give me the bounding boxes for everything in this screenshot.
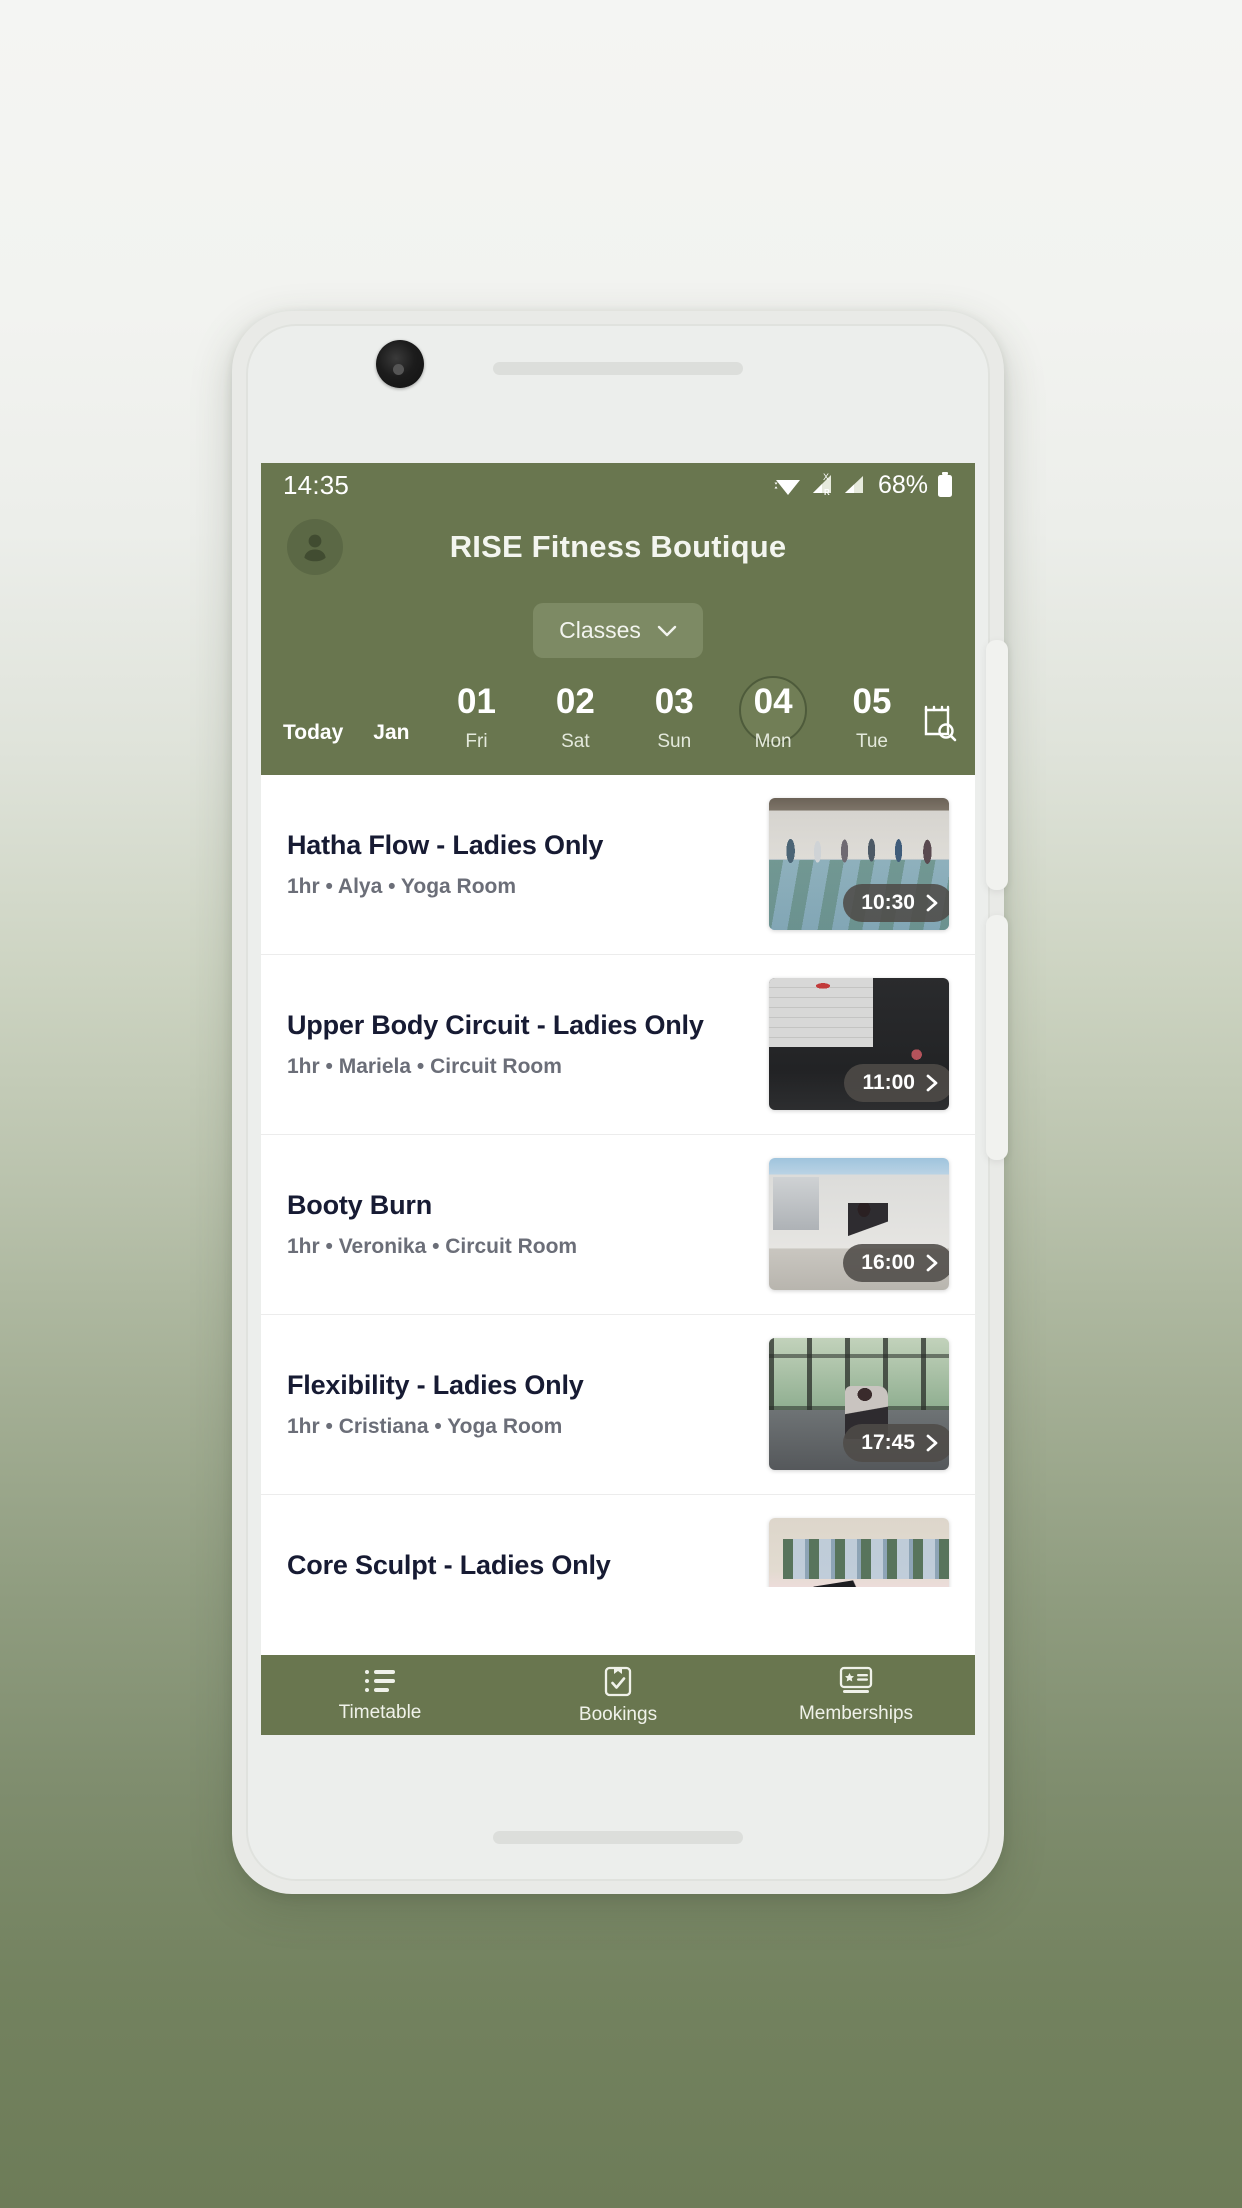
date-cell-05[interactable]: 05 Tue (833, 682, 911, 755)
svg-text:X: X (823, 472, 829, 482)
battery-percent-label: 68% (877, 470, 928, 499)
person-avatar-icon (304, 534, 326, 562)
date-weekday: Sat (561, 730, 590, 752)
date-weekday: Mon (754, 730, 792, 752)
date-number: 04 (753, 682, 793, 721)
class-row[interactable]: Flexibility - Ladies Only 1hr • Cristian… (261, 1314, 975, 1495)
status-time: 14:35 (283, 469, 350, 500)
date-weekday: Fri (465, 730, 488, 752)
front-camera-icon (376, 340, 424, 388)
chevron-right-icon (926, 894, 938, 912)
class-time-badge[interactable]: 10:30 (843, 884, 949, 923)
class-thumbnail[interactable]: 11:00 (769, 978, 949, 1111)
list-icon (365, 1669, 395, 1692)
classes-filter-dropdown[interactable]: Classes (533, 603, 703, 658)
membership-card-icon (839, 1666, 873, 1693)
class-meta: 1hr • Veronika • Circuit Room (287, 1234, 578, 1258)
class-time: 11:00 (862, 1071, 915, 1095)
class-meta: 1hr • Mariela • Circuit Room (287, 1054, 562, 1078)
class-time-badge[interactable]: 11:00 (844, 1064, 949, 1103)
class-info: Hatha Flow - Ladies Only 1hr • Alya • Yo… (287, 830, 769, 899)
date-cells: 01 Fri 02 Sat 03 Sun 04 Mon 05 Tue (437, 682, 911, 755)
signal-icon (844, 476, 863, 493)
background-card-upper (986, 640, 1008, 890)
date-cell-03[interactable]: 03 Sun (635, 682, 713, 755)
date-number: 02 (555, 682, 595, 721)
avatar[interactable] (287, 519, 343, 575)
clipboard-check-icon (604, 1666, 632, 1696)
chevron-right-icon (926, 1074, 938, 1092)
home-indicator (493, 1831, 743, 1844)
class-thumbnail[interactable]: 16:00 (769, 1158, 949, 1291)
nav-item-bookings[interactable]: Bookings (499, 1665, 737, 1726)
date-number: 01 (457, 682, 496, 721)
class-info: Core Sculpt - Ladies Only 1hr • Veronika… (287, 1550, 769, 1587)
class-title: Core Sculpt - Ladies Only (287, 1549, 611, 1580)
nav-label: Timetable (338, 1701, 422, 1723)
bottom-navigation: Timetable Bookings Memberships (261, 1655, 975, 1735)
filter-row: Classes (261, 587, 975, 684)
class-info: Booty Burn 1hr • Veronika • Circuit Room (287, 1190, 769, 1259)
wifi-icon (774, 480, 800, 495)
class-info: Upper Body Circuit - Ladies Only 1hr • M… (287, 1010, 769, 1079)
date-weekday: Tue (855, 730, 888, 752)
svg-text:R: R (824, 488, 830, 497)
class-row[interactable]: Core Sculpt - Ladies Only 1hr • Veronika… (261, 1494, 975, 1587)
class-info: Flexibility - Ladies Only 1hr • Cristian… (287, 1370, 769, 1439)
today-label[interactable]: Today (283, 721, 343, 755)
calendar-search-icon (924, 705, 957, 742)
studio-plank-photo (769, 1518, 949, 1587)
class-title: Upper Body Circuit - Ladies Only (287, 1009, 704, 1040)
calendar-search-button[interactable] (911, 704, 957, 755)
chevron-right-icon (926, 1434, 938, 1452)
date-strip: Today Jan 01 Fri 02 Sat 03 Sun 04 Mon 05… (261, 682, 975, 775)
class-time: 10:30 (861, 891, 915, 915)
class-meta: 1hr • Alya • Yoga Room (287, 874, 517, 898)
class-title: Flexibility - Ladies Only (287, 1369, 584, 1400)
earpiece-speaker (493, 362, 743, 375)
battery-icon (938, 472, 952, 497)
class-thumbnail[interactable]: 17:45 (769, 1338, 949, 1471)
date-cell-01[interactable]: 01 Fri (437, 682, 515, 755)
status-bar: 14:35 X R 68% (261, 463, 975, 507)
app-screen: 14:35 X R 68% RISE Fitness Boutique Clas… (261, 463, 975, 1735)
class-time-badge[interactable]: 17:45 (843, 1424, 949, 1463)
app-header: RISE Fitness Boutique Classes Today Jan … (261, 507, 975, 775)
class-list: Hatha Flow - Ladies Only 1hr • Alya • Yo… (261, 774, 975, 1587)
page-title: RISE Fitness Boutique (449, 529, 787, 564)
classes-filter-label: Classes (559, 617, 641, 643)
background-card-lower (986, 915, 1008, 1160)
status-icons: X R 68% (773, 471, 953, 500)
nav-label: Memberships (798, 1702, 914, 1724)
date-number: 03 (654, 682, 694, 721)
date-weekday: Sun (657, 730, 692, 752)
class-meta: 1hr • Cristiana • Yoga Room (287, 1414, 563, 1438)
nav-label: Bookings (578, 1703, 658, 1725)
class-time: 17:45 (861, 1431, 915, 1455)
class-time-badge[interactable]: 16:00 (843, 1244, 949, 1283)
nav-item-timetable[interactable]: Timetable (261, 1667, 499, 1724)
class-thumbnail[interactable]: 20:00 (769, 1518, 949, 1587)
chevron-right-icon (926, 1254, 938, 1272)
date-cell-02[interactable]: 02 Sat (536, 682, 614, 755)
class-title: Hatha Flow - Ladies Only (287, 829, 604, 860)
date-number: 05 (852, 682, 892, 721)
class-title: Booty Burn (287, 1189, 432, 1220)
class-row[interactable]: Hatha Flow - Ladies Only 1hr • Alya • Yo… (261, 774, 975, 955)
chevron-down-icon (657, 625, 677, 636)
class-row[interactable]: Booty Burn 1hr • Veronika • Circuit Room… (261, 1134, 975, 1315)
month-label: Jan (373, 720, 410, 744)
class-thumbnail[interactable]: 10:30 (769, 798, 949, 931)
signal-x-icon: X R (812, 472, 831, 497)
class-time: 16:00 (861, 1251, 915, 1275)
app-header-row: RISE Fitness Boutique (261, 507, 975, 587)
class-row[interactable]: Upper Body Circuit - Ladies Only 1hr • M… (261, 954, 975, 1135)
date-cell-04-selected[interactable]: 04 Mon (734, 682, 812, 755)
nav-item-memberships[interactable]: Memberships (737, 1666, 975, 1725)
